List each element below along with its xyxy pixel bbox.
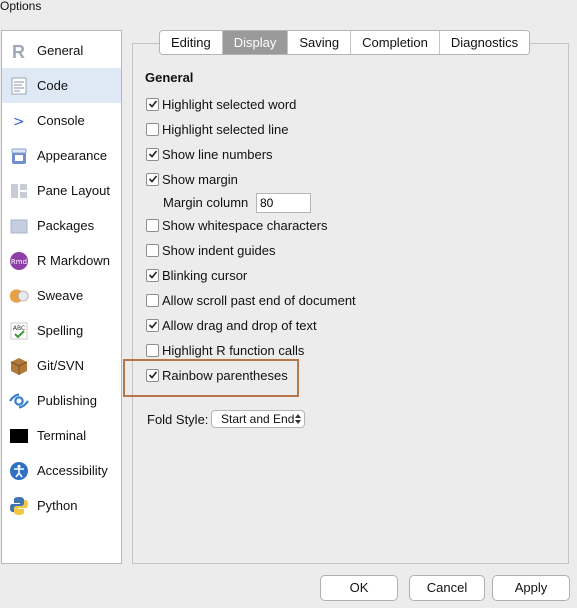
checkbox-show-margin[interactable] [146, 172, 159, 186]
tab-display[interactable]: Display [222, 31, 289, 54]
sidebar-item-console[interactable]: > Console [2, 103, 121, 138]
sidebar-item-label: Console [37, 113, 85, 128]
option-highlight-selected-line[interactable]: Highlight selected line [146, 121, 288, 137]
publishing-icon [9, 391, 29, 411]
paint-bucket-icon [9, 146, 29, 166]
tab-completion[interactable]: Completion [351, 31, 440, 54]
option-show-line-numbers[interactable]: Show line numbers [146, 146, 273, 162]
option-allow-scroll-past-end[interactable]: Allow scroll past end of document [146, 292, 356, 308]
option-allow-drag-drop[interactable]: Allow drag and drop of text [146, 317, 317, 333]
svg-text:Rmd: Rmd [11, 258, 27, 266]
checkbox-allow-drag-drop[interactable] [146, 318, 159, 332]
git-box-icon [9, 356, 29, 376]
sidebar-item-label: Code [37, 78, 69, 93]
option-show-margin[interactable]: Show margin [146, 171, 238, 187]
sidebar-item-label: Pane Layout [37, 183, 111, 198]
sidebar-item-general[interactable]: R General [2, 33, 121, 68]
sidebar-item-accessibility[interactable]: Accessibility [2, 453, 121, 488]
sidebar-item-sweave[interactable]: Sweave [2, 278, 121, 313]
options-tab-bar: Editing Display Saving Completion Diagno… [159, 30, 531, 55]
sidebar-item-label: Git/SVN [37, 358, 84, 373]
svg-text:R: R [12, 42, 25, 61]
sidebar: R General Code > Console Appearance Pane… [1, 30, 122, 564]
sidebar-item-label: Terminal [37, 428, 87, 443]
option-label: Show line numbers [162, 146, 273, 162]
checkbox-highlight-r-function-calls[interactable] [146, 343, 159, 357]
svg-text:>: > [13, 114, 25, 130]
r-logo-icon: R [9, 41, 29, 61]
margin-column-input[interactable] [256, 193, 311, 213]
sidebar-item-terminal[interactable]: Terminal [2, 418, 121, 453]
packages-icon [9, 216, 29, 236]
sidebar-item-publishing[interactable]: Publishing [2, 383, 121, 418]
fold-style-value: Start and End [221, 412, 295, 426]
checkbox-highlight-selected-word[interactable] [146, 97, 159, 111]
option-label: Show whitespace characters [162, 217, 328, 233]
option-label: Highlight selected line [162, 121, 289, 137]
option-highlight-selected-word[interactable]: Highlight selected word [146, 96, 296, 112]
sidebar-item-packages[interactable]: Packages [2, 208, 121, 243]
tab-editing[interactable]: Editing [160, 31, 223, 54]
sidebar-item-label: General [37, 43, 84, 58]
option-label: Allow drag and drop of text [162, 317, 317, 333]
highlight-annotation-box [123, 359, 299, 397]
tab-diagnostics[interactable]: Diagnostics [439, 31, 530, 54]
option-label: Show indent guides [162, 242, 276, 258]
sidebar-item-label: Publishing [37, 393, 97, 408]
option-show-whitespace[interactable]: Show whitespace characters [146, 217, 327, 233]
sidebar-item-label: Spelling [37, 323, 84, 338]
accessibility-icon [9, 461, 29, 481]
tab-saving[interactable]: Saving [288, 31, 352, 54]
spelling-icon: ABC [9, 321, 29, 341]
sidebar-item-r-markdown[interactable]: Rmd R Markdown [2, 243, 121, 278]
option-label: Blinking cursor [162, 267, 248, 283]
sidebar-item-code[interactable]: Code [2, 68, 121, 103]
option-label: Highlight R function calls [162, 342, 305, 358]
option-blinking-cursor[interactable]: Blinking cursor [146, 267, 247, 283]
sidebar-item-python[interactable]: Python [2, 488, 121, 523]
sidebar-item-label: Accessibility [37, 463, 108, 478]
sidebar-item-appearance[interactable]: Appearance [2, 138, 121, 173]
sidebar-item-label: R Markdown [37, 253, 110, 268]
sweave-icon [9, 286, 29, 306]
sidebar-item-label: Python [37, 498, 78, 513]
option-label: Show margin [162, 171, 238, 187]
python-icon [9, 496, 29, 516]
sidebar-item-label: Sweave [37, 288, 84, 303]
code-doc-icon [9, 76, 29, 96]
sidebar-item-pane-layout[interactable]: Pane Layout [2, 173, 121, 208]
sidebar-item-spelling[interactable]: ABC Spelling [2, 313, 121, 348]
checkbox-allow-scroll-past-end[interactable] [146, 293, 159, 307]
chevron-updown-icon [295, 413, 301, 425]
console-prompt-icon: > [9, 111, 29, 131]
cancel-button[interactable]: Cancel [409, 575, 485, 601]
rmd-icon: Rmd [9, 251, 29, 271]
section-title-general: General [145, 70, 194, 85]
option-label: Allow scroll past end of document [162, 292, 356, 308]
window-title: Options [0, 0, 42, 13]
fold-style-select[interactable]: Start and End [211, 410, 305, 428]
option-highlight-r-function-calls[interactable]: Highlight R function calls [146, 342, 304, 358]
checkbox-show-line-numbers[interactable] [146, 147, 159, 161]
checkbox-show-indent-guides[interactable] [146, 243, 159, 257]
option-show-indent-guides[interactable]: Show indent guides [146, 242, 275, 258]
checkbox-blinking-cursor[interactable] [146, 268, 159, 282]
sidebar-item-label: Packages [37, 218, 95, 233]
pane-layout-icon [9, 181, 29, 201]
ok-button[interactable]: OK [320, 575, 398, 601]
sidebar-item-git-svn[interactable]: Git/SVN [2, 348, 121, 383]
apply-button[interactable]: Apply [492, 575, 570, 601]
fold-style-label: Fold Style: [147, 412, 209, 427]
terminal-icon [9, 426, 29, 446]
margin-column-label: Margin column [163, 195, 249, 210]
sidebar-item-label: Appearance [37, 148, 108, 163]
option-label: Highlight selected word [162, 96, 297, 112]
checkbox-highlight-selected-line[interactable] [146, 122, 159, 136]
checkbox-show-whitespace[interactable] [146, 218, 159, 232]
